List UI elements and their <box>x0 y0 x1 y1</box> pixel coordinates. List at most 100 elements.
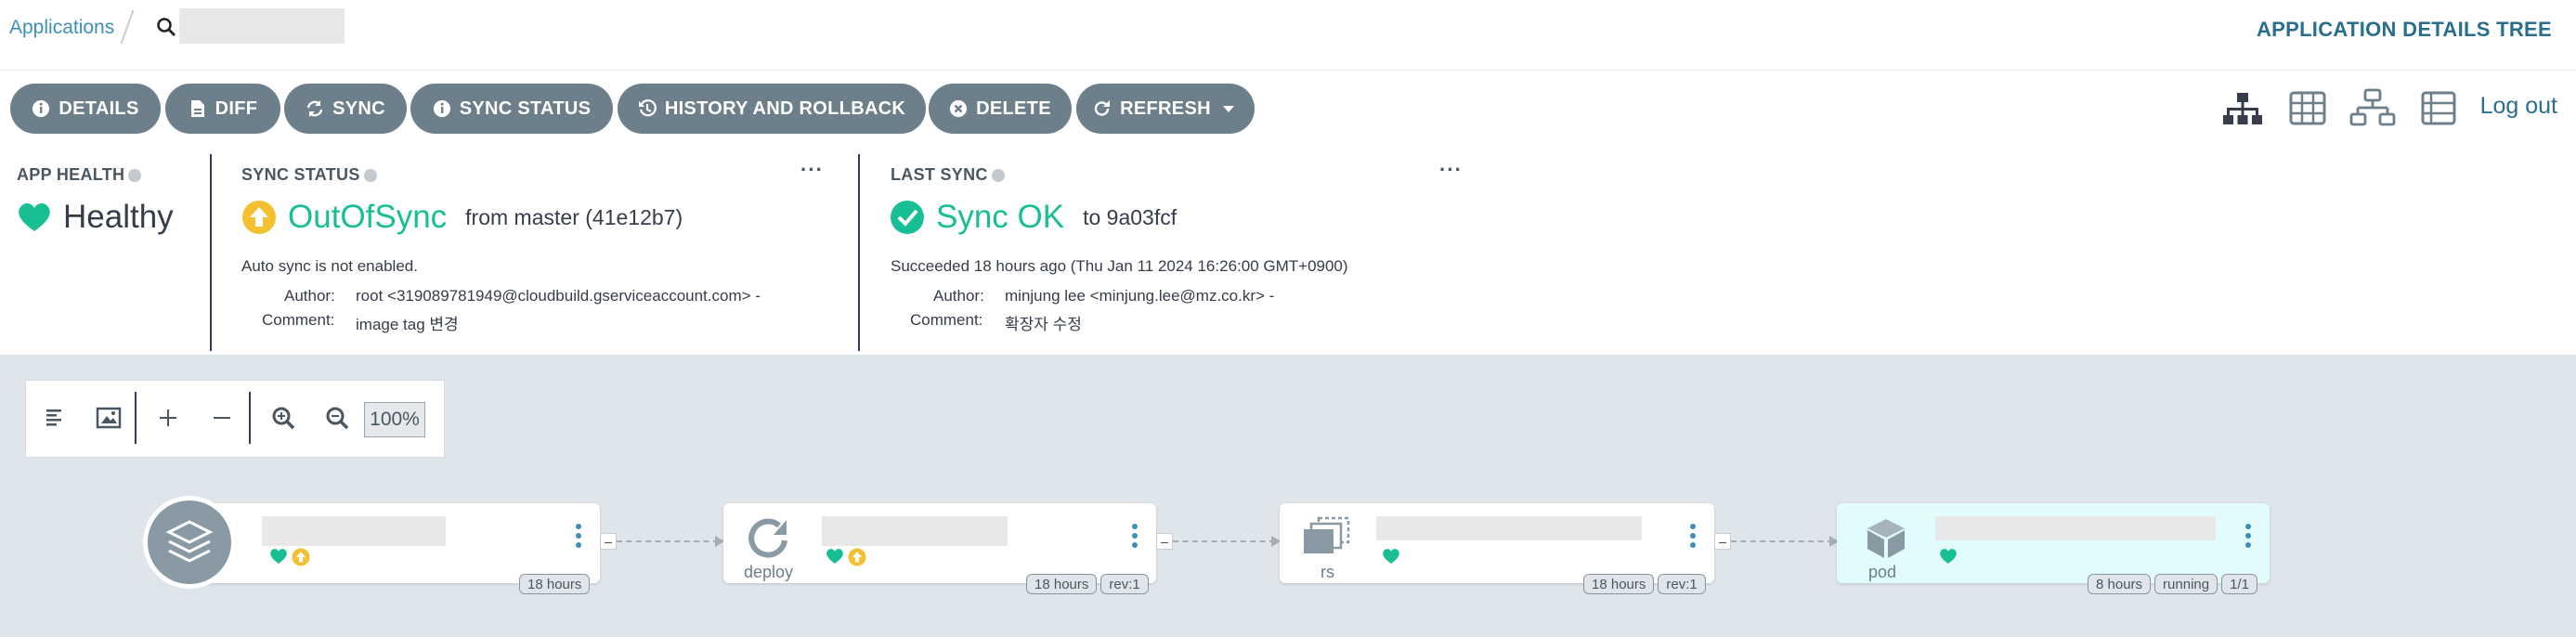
last-sync-label: LAST SYNC <box>891 165 1005 185</box>
action-toolbar: DETAILS DIFF SYNC SYNC STATUS HISTORY AN… <box>0 71 2576 147</box>
search-icon[interactable] <box>156 17 176 37</box>
panel-divider <box>858 154 860 351</box>
delete-button[interactable]: DELETE <box>929 84 1072 134</box>
sync-button-label: SYNC <box>332 98 385 119</box>
refresh-button[interactable]: REFRESH <box>1076 84 1255 134</box>
sync-button[interactable]: SYNC <box>284 84 407 134</box>
graph-controls: 100% <box>25 380 445 458</box>
sync-author: root <319089781949@cloudbuild.gserviceac… <box>356 287 761 305</box>
collapse-toggle[interactable]: – <box>600 533 617 550</box>
age-tag: 18 hours <box>519 574 591 594</box>
sync-comment-label: Comment: <box>262 311 335 329</box>
collapse-toggle[interactable]: – <box>1714 533 1731 550</box>
breadcrumb-applications[interactable]: Applications <box>9 17 114 39</box>
app-node-card[interactable] <box>182 503 600 583</box>
details-button[interactable]: DETAILS <box>10 84 161 134</box>
controls-divider <box>249 392 251 444</box>
history-and-rollback-button[interactable]: HISTORY AND ROLLBACK <box>618 84 926 134</box>
deploy-node-name <box>822 516 1008 546</box>
edge <box>617 540 719 542</box>
sync-status-label: SYNC STATUS <box>241 165 377 185</box>
list-view-icon[interactable] <box>2420 89 2457 128</box>
controls-divider <box>135 392 137 444</box>
age-tag: 18 hours <box>1583 574 1655 594</box>
zoom-in-icon[interactable] <box>264 397 303 438</box>
sync-status-value: OutOfSync from master (41e12b7) <box>241 199 683 236</box>
help-icon[interactable] <box>363 169 377 183</box>
revision-tag: rev:1 <box>1658 574 1706 594</box>
app-health-label: APP HEALTH <box>17 165 142 185</box>
sync-status-button-label: SYNC STATUS <box>459 98 592 119</box>
node-menu-icon[interactable] <box>1132 524 1138 552</box>
arrow-circle-up-icon <box>242 201 276 234</box>
heart-icon <box>1940 549 1957 564</box>
zoom-out-icon[interactable] <box>318 397 357 438</box>
last-sync-more-icon[interactable]: ··· <box>1439 158 1463 182</box>
logout-link[interactable]: Log out <box>2480 93 2557 120</box>
align-left-icon[interactable] <box>37 397 76 438</box>
rs-kind-label: rs <box>1321 563 1334 581</box>
heart-icon <box>19 202 50 231</box>
pod-kind-label: pod <box>1868 563 1897 581</box>
last-sync-succeeded: Succeeded 18 hours ago (Thu Jan 11 2024 … <box>891 257 1348 275</box>
sync-status-more-icon[interactable]: ··· <box>800 158 824 182</box>
last-sync-comment: 확장자 수정 <box>1005 316 1082 333</box>
node-menu-icon[interactable] <box>2245 524 2251 552</box>
last-sync-author-label: Author: <box>933 287 984 305</box>
search-input[interactable] <box>179 8 345 44</box>
pod-node-tags: 8 hours running 1/1 <box>2088 574 2257 594</box>
deploy-node-tags: 18 hours rev:1 <box>1026 574 1149 594</box>
page-title: APPLICATION DETAILS TREE <box>2256 18 2552 41</box>
auto-sync-note: Auto sync is not enabled. <box>241 257 418 275</box>
arrow-circle-up-icon <box>848 548 866 566</box>
rs-node-tags: 18 hours rev:1 <box>1583 574 1706 594</box>
pod-cube-icon <box>1867 519 1905 558</box>
check-circle-icon <box>891 201 924 234</box>
sync-status-button[interactable]: SYNC STATUS <box>410 84 613 134</box>
heart-icon <box>1383 549 1399 564</box>
sync-icon <box>306 99 324 118</box>
container-count-tag: 1/1 <box>2221 574 2257 594</box>
history-icon <box>638 99 657 118</box>
pod-node-card[interactable]: pod <box>1837 503 2270 583</box>
node-menu-icon[interactable] <box>1690 524 1696 552</box>
last-sync-author: minjung lee <minjung.lee@mz.co.kr> - <box>1005 287 1275 305</box>
help-icon[interactable] <box>991 169 1005 183</box>
diff-button-label: DIFF <box>215 98 258 119</box>
pod-node-status <box>1939 548 1958 565</box>
rs-node-card[interactable]: rs <box>1280 503 1714 583</box>
network-view-icon[interactable] <box>2349 87 2396 130</box>
diff-button[interactable]: DIFF <box>165 84 280 134</box>
file-icon <box>189 99 207 118</box>
zoom-level[interactable]: 100% <box>364 402 425 437</box>
deploy-node-card[interactable]: deploy <box>723 503 1156 583</box>
node-menu-icon[interactable] <box>576 524 581 552</box>
sync-author-label: Author: <box>284 287 335 305</box>
resource-tree-canvas[interactable]: 100% 18 hours – deploy 18 hours rev:1 – … <box>0 355 2576 637</box>
pod-node-name <box>1935 516 2216 540</box>
sync-comment: image tag 변경 <box>356 316 459 333</box>
delete-button-label: DELETE <box>976 98 1051 119</box>
redo-icon <box>1093 99 1112 118</box>
revision-tag: rev:1 <box>1100 574 1149 594</box>
heart-icon <box>270 549 287 564</box>
application-icon <box>143 496 236 589</box>
history-and-rollback-button-label: HISTORY AND ROLLBACK <box>664 98 906 119</box>
refresh-button-label: REFRESH <box>1120 98 1211 119</box>
expand-icon[interactable] <box>149 397 188 438</box>
tree-view-icon[interactable] <box>2221 89 2264 128</box>
collapse-icon[interactable] <box>202 397 241 438</box>
app-node-name <box>262 516 446 546</box>
help-icon[interactable] <box>128 169 142 183</box>
app-node-tags: 18 hours <box>519 574 591 594</box>
pods-grid-icon[interactable] <box>2288 89 2327 128</box>
info-circle-icon <box>433 99 451 118</box>
collapse-toggle[interactable]: – <box>1156 533 1173 550</box>
breadcrumb-separator <box>120 9 135 45</box>
last-sync-comment-label: Comment: <box>910 311 983 329</box>
fit-to-screen-icon[interactable] <box>89 397 128 438</box>
age-tag: 8 hours <box>2088 574 2152 594</box>
deploy-node-status <box>826 548 866 566</box>
last-sync-status: Sync OK to 9a03fcf <box>890 199 1177 236</box>
app-node-status <box>269 548 310 566</box>
